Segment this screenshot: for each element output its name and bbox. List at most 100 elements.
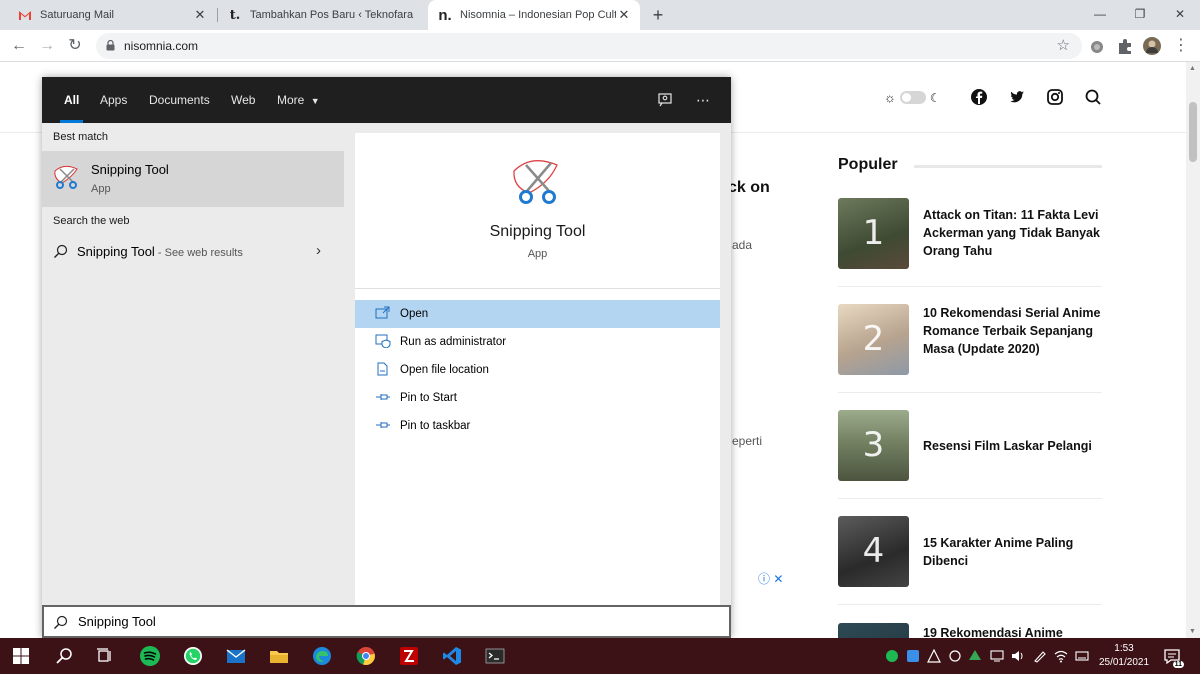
popular-item[interactable]: 3 Resensi Film Laskar Pelangi [838,410,1102,500]
instagram-icon[interactable] [1044,86,1066,108]
extension-icon[interactable] [1088,37,1106,55]
task-view-icon[interactable] [94,645,116,667]
chrome-icon[interactable] [355,645,377,667]
browser-menu-icon[interactable]: ⋮ [1170,35,1192,57]
action-label: Pin to Start [400,392,457,404]
tab-title: Nisomnia – Indonesian Pop Cultu [460,9,616,21]
system-clock[interactable]: 1:53 25/01/2021 [1094,642,1154,670]
tray-app-icon[interactable] [906,649,920,663]
popular-item[interactable]: 4 15 Karakter Anime Paling Dibenci [838,516,1102,606]
tab-title: Tambahkan Pos Baru ‹ Teknofara [250,9,414,21]
ad-choices-icons[interactable]: ⓘ ✕ [758,570,783,587]
file-explorer-icon[interactable] [268,645,290,667]
google-drive-icon[interactable] [968,649,982,663]
more-options-icon[interactable]: ⋯ [694,91,712,109]
tab-saturuang-mail[interactable]: Saturuang Mail ✕ [0,0,216,30]
action-pin-to-start[interactable]: Pin to Start [355,384,720,412]
tray-app-icon[interactable] [948,649,962,663]
restore-button[interactable]: ❐ [1118,0,1162,30]
popular-title[interactable]: 15 Karakter Anime Paling Dibenci [923,534,1105,570]
action-label: Open file location [400,364,489,376]
popular-item[interactable]: 1 Attack on Titan: 11 Fakta Levi Ackerma… [838,198,1102,288]
best-match-name: Snipping Tool [91,162,169,177]
popular-title[interactable]: 10 Rekomendasi Serial Anime Romance Terb… [923,304,1105,358]
terminal-icon[interactable] [484,645,506,667]
action-pin-to-taskbar[interactable]: Pin to taskbar [355,412,720,440]
gmail-icon [18,8,32,22]
bookmark-star-icon[interactable]: ☆ [1057,36,1070,54]
lock-icon [106,40,115,51]
address-bar[interactable]: nisomnia.com ☆ [96,33,1082,59]
monitor-icon[interactable] [990,649,1004,663]
heading-rule [914,165,1102,168]
tumblr-icon: t. [229,7,241,23]
action-run-as-admin[interactable]: Run as administrator [355,328,720,356]
notification-count: 11 [1172,661,1184,668]
filter-tab-documents[interactable]: Documents [149,77,210,123]
close-window-button[interactable]: ✕ [1158,0,1200,30]
mail-icon[interactable] [225,645,247,667]
close-tab-icon[interactable]: ✕ [616,7,632,23]
edge-icon[interactable] [311,645,333,667]
tab-nisomnia[interactable]: n. Nisomnia – Indonesian Pop Cultu ✕ [428,0,640,30]
preview-app-name: Snipping Tool [489,223,586,240]
article-fragment: ck on [728,179,770,196]
tab-teknofara[interactable]: t. Tambahkan Pos Baru ‹ Teknofara [218,0,426,30]
whatsapp-icon[interactable] [182,645,204,667]
scrollbar-thumb[interactable] [1189,102,1197,162]
filter-tab-more[interactable]: More ▼ [277,77,320,123]
taskbar-search-icon[interactable] [53,645,75,667]
article-fragment: ada [732,238,753,252]
popular-title[interactable]: Attack on Titan: 11 Fakta Levi Ackerman … [923,206,1105,260]
popular-item[interactable]: 2 10 Rekomendasi Serial Anime Romance Te… [838,304,1102,394]
pen-icon[interactable] [1033,649,1047,663]
tab-title: Saturuang Mail [40,9,114,21]
filter-tab-apps[interactable]: Apps [100,77,127,123]
moon-icon: ☾ [929,90,941,105]
scroll-down-arrow[interactable]: ▼ [1189,628,1196,635]
reload-button[interactable]: ↻ [64,35,86,57]
best-match-result[interactable]: Snipping Tool App [42,151,344,207]
popular-item[interactable]: 19 Rekomendasi Anime [838,623,1102,638]
filter-tab-web[interactable]: Web [231,77,255,123]
page-scrollbar[interactable]: ▲ ▼ [1186,62,1200,638]
close-tab-icon[interactable]: ✕ [192,7,208,23]
scroll-up-arrow[interactable]: ▲ [1189,65,1196,72]
forward-button[interactable]: → [36,35,58,57]
new-tab-button[interactable]: + [648,4,668,26]
search-query-text: Snipping Tool [78,614,156,629]
notification-center[interactable]: 11 [1162,646,1184,668]
minimize-button[interactable]: — [1078,0,1122,30]
popular-thumbnail[interactable] [838,623,909,638]
wifi-icon[interactable] [1054,649,1068,663]
search-input[interactable]: Snipping Tool [42,605,731,638]
action-open[interactable]: Open [355,300,720,328]
chevron-right-icon[interactable]: › [316,242,321,259]
facebook-icon[interactable] [968,86,990,108]
filter-tab-all[interactable]: All [59,77,84,123]
profile-avatar[interactable] [1143,37,1161,55]
theme-toggle[interactable]: ☼ ☾ [884,90,941,105]
back-button[interactable]: ← [8,35,30,57]
popular-title[interactable]: Resensi Film Laskar Pelangi [923,437,1105,455]
windows-start-icon[interactable] [10,645,32,667]
popular-title[interactable]: 19 Rekomendasi Anime [923,624,1105,638]
search-web-heading: Search the web [53,215,130,227]
puzzle-extensions-icon[interactable] [1116,37,1134,55]
twitter-icon[interactable] [1006,86,1028,108]
file-location-icon [377,362,388,376]
vscode-icon[interactable] [441,645,463,667]
spotify-tray-icon[interactable] [885,649,899,663]
best-match-type: App [91,183,111,195]
open-icon [375,306,390,319]
volume-icon[interactable] [1011,649,1025,663]
feedback-icon[interactable] [657,91,675,109]
keyboard-icon[interactable] [1075,649,1089,663]
web-search-result[interactable]: Snipping Tool - See web results › [42,237,344,267]
site-search-icon[interactable] [1084,88,1102,106]
theme-switch[interactable] [899,91,926,104]
spotify-icon[interactable] [139,645,161,667]
tray-app-icon[interactable] [927,649,941,663]
filezilla-icon[interactable] [398,645,420,667]
action-open-file-location[interactable]: Open file location [355,356,720,384]
